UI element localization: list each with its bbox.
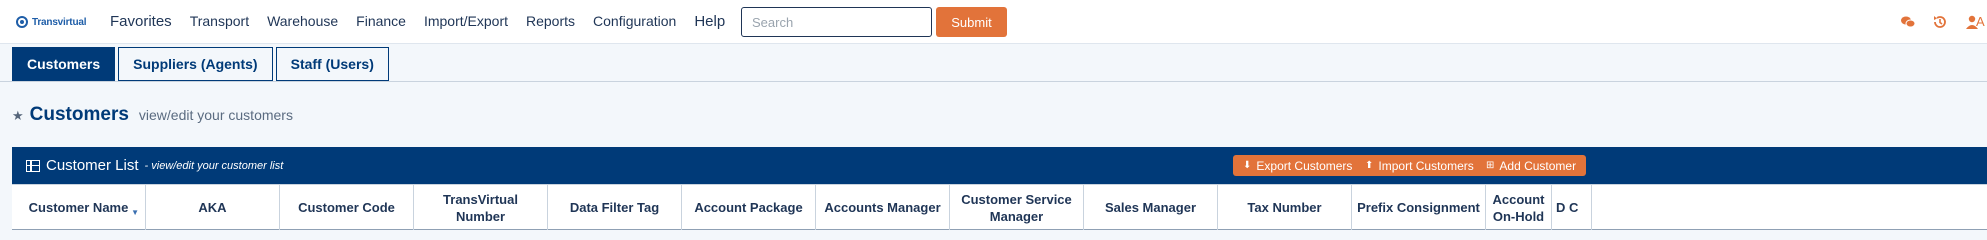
column-header-account-package[interactable]: Account Package bbox=[682, 185, 816, 230]
search-input[interactable] bbox=[741, 7, 932, 37]
sort-caret-icon[interactable]: ▼ bbox=[131, 204, 139, 221]
panel-title: Customer List - view/edit your customer … bbox=[26, 157, 283, 174]
top-navbar: Transvirtual Favorites Transport Warehou… bbox=[0, 0, 1987, 44]
column-header-customer-service-manager[interactable]: Customer Service Manager bbox=[950, 185, 1084, 230]
nav-item-warehouse[interactable]: Warehouse bbox=[267, 13, 338, 30]
column-header-sales-manager[interactable]: Sales Manager bbox=[1084, 185, 1218, 230]
page-heading: ★ Customers view/edit your customers bbox=[12, 104, 293, 126]
add-customer-button[interactable]: ⊞ Add Customer bbox=[1476, 155, 1587, 176]
column-header-accounts-manager[interactable]: Accounts Manager bbox=[816, 185, 950, 230]
chat-icon[interactable] bbox=[1900, 14, 1916, 30]
import-customers-label: Import Customers bbox=[1378, 158, 1474, 173]
column-header-transvirtual-number[interactable]: TransVirtual Number bbox=[414, 185, 548, 230]
tab-staff[interactable]: Staff (Users) bbox=[275, 47, 389, 81]
column-header-customer-code[interactable]: Customer Code bbox=[280, 185, 414, 230]
export-customers-label: Export Customers bbox=[1256, 158, 1353, 173]
column-header-aka[interactable]: AKA bbox=[146, 185, 280, 230]
tab-suppliers[interactable]: Suppliers (Agents) bbox=[118, 47, 273, 81]
table-header-row: Customer Name ▼ AKA Customer Code TransV… bbox=[12, 184, 1987, 230]
table-icon bbox=[26, 159, 40, 172]
page-subtitle: view/edit your customers bbox=[138, 107, 293, 123]
upload-icon: ⬆ bbox=[1365, 160, 1374, 171]
nav-item-import-export[interactable]: Import/Export bbox=[424, 13, 508, 30]
panel-title-text: Customer List bbox=[46, 157, 139, 174]
user-name-label[interactable]: A bbox=[1976, 14, 1985, 29]
download-icon: ⬇ bbox=[1243, 160, 1252, 171]
column-header-partial[interactable]: D C bbox=[1552, 185, 1592, 230]
nav-item-transport[interactable]: Transport bbox=[190, 13, 249, 30]
tab-divider bbox=[0, 81, 1987, 82]
import-customers-button[interactable]: ⬆ Import Customers bbox=[1355, 155, 1484, 176]
nav-item-help[interactable]: Help bbox=[694, 13, 725, 30]
logo-icon bbox=[16, 16, 28, 28]
export-customers-button[interactable]: ⬇ Export Customers bbox=[1233, 155, 1363, 176]
column-header-data-filter-tag[interactable]: Data Filter Tag bbox=[548, 185, 682, 230]
submit-button[interactable]: Submit bbox=[936, 7, 1007, 37]
panel-subtitle: - view/edit your customer list bbox=[144, 159, 284, 172]
column-header-prefix-consignment[interactable]: Prefix Consignment bbox=[1352, 185, 1486, 230]
add-customer-label: Add Customer bbox=[1499, 158, 1577, 173]
tab-bar: Customers Suppliers (Agents) Staff (User… bbox=[12, 47, 389, 81]
history-icon[interactable] bbox=[1932, 14, 1948, 30]
column-header-tax-number[interactable]: Tax Number bbox=[1218, 185, 1352, 230]
logo-text: Transvirtual bbox=[32, 16, 87, 28]
plus-square-icon: ⊞ bbox=[1486, 160, 1495, 171]
column-header-customer-name[interactable]: Customer Name ▼ bbox=[12, 185, 146, 230]
nav-item-reports[interactable]: Reports bbox=[526, 13, 575, 30]
brand-logo[interactable]: Transvirtual bbox=[16, 14, 86, 30]
nav-item-favorites[interactable]: Favorites bbox=[110, 13, 172, 30]
tab-customers[interactable]: Customers bbox=[12, 47, 116, 81]
top-right-icons bbox=[1900, 14, 1980, 30]
page-title: Customers bbox=[29, 104, 129, 125]
customer-list-panel-header: Customer List - view/edit your customer … bbox=[12, 147, 1987, 184]
star-icon[interactable]: ★ bbox=[12, 108, 24, 124]
nav-item-finance[interactable]: Finance bbox=[356, 13, 406, 30]
column-header-account-on-hold[interactable]: Account On-Hold bbox=[1486, 185, 1552, 230]
nav-item-configuration[interactable]: Configuration bbox=[593, 13, 676, 30]
main-nav: Favorites Transport Warehouse Finance Im… bbox=[110, 13, 743, 30]
